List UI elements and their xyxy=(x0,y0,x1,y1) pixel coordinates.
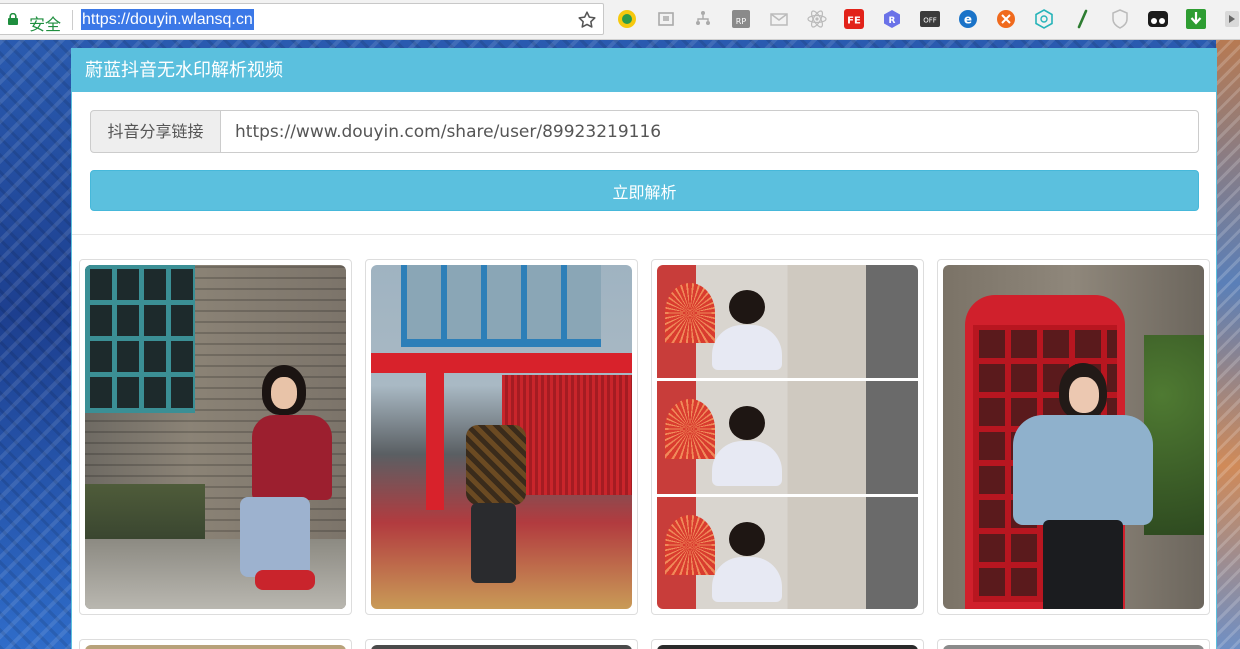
video-thumbnail[interactable] xyxy=(937,259,1210,615)
svg-text:FE: FE xyxy=(847,16,861,27)
address-bar[interactable]: 安全 https://douyin.wlansq.cn xyxy=(0,3,604,35)
video-thumbnail[interactable] xyxy=(651,259,924,615)
panel-divider xyxy=(72,234,1216,235)
security-label: 安全 xyxy=(29,15,62,34)
r-extension-icon[interactable]: R xyxy=(881,8,903,30)
orange-extension-icon[interactable] xyxy=(995,8,1017,30)
video-thumbnail[interactable] xyxy=(79,259,352,615)
share-link-input[interactable] xyxy=(220,110,1199,153)
smiley-extension-icon[interactable] xyxy=(616,8,638,30)
envelope-extension-icon[interactable] xyxy=(768,8,790,30)
off-extension-icon[interactable]: OFF xyxy=(919,8,941,30)
tree-extension-icon[interactable] xyxy=(692,8,714,30)
lock-icon xyxy=(8,13,18,25)
share-link-label: 抖音分享链接 xyxy=(90,110,221,153)
video-thumbnail-image xyxy=(657,265,918,609)
video-thumbnail[interactable] xyxy=(365,639,638,649)
video-thumbnail-image xyxy=(943,265,1204,609)
panel-title: 蔚蓝抖音无水印解析视频 xyxy=(72,49,1216,92)
video-thumbnail-image xyxy=(371,265,632,609)
download-extension-icon[interactable] xyxy=(1185,8,1207,30)
slash-extension-icon[interactable] xyxy=(1071,8,1093,30)
video-thumbnail-image xyxy=(85,265,346,609)
svg-text:OFF: OFF xyxy=(923,17,937,25)
bookmark-star-icon[interactable] xyxy=(576,9,598,31)
share-link-group: 抖音分享链接 xyxy=(90,110,1199,153)
page-background-right xyxy=(1216,40,1240,649)
svg-text:e: e xyxy=(964,13,972,27)
tampermonkey-extension-icon[interactable] xyxy=(1147,8,1169,30)
ie-extension-icon[interactable]: e xyxy=(957,8,979,30)
parse-button[interactable]: 立即解析 xyxy=(90,170,1199,211)
play-extension-icon[interactable] xyxy=(1224,8,1240,30)
url-text[interactable]: https://douyin.wlansq.cn xyxy=(81,9,254,30)
video-thumbnail[interactable] xyxy=(651,639,924,649)
frame-extension-icon[interactable] xyxy=(655,8,677,30)
svg-text:R: R xyxy=(889,16,896,26)
svg-text:RP: RP xyxy=(736,17,747,26)
video-thumbnail[interactable] xyxy=(79,639,352,649)
browser-toolbar: 安全 https://douyin.wlansq.cn RP FE R OFF … xyxy=(0,0,1240,40)
fe-extension-icon[interactable]: FE xyxy=(843,8,865,30)
video-thumbnail[interactable] xyxy=(937,639,1210,649)
omnibox-separator xyxy=(72,10,73,30)
shield-extension-icon[interactable] xyxy=(1109,8,1131,30)
hexagon-extension-icon[interactable] xyxy=(1033,8,1055,30)
video-thumbnail[interactable] xyxy=(365,259,638,615)
react-extension-icon[interactable] xyxy=(806,8,828,30)
rp-extension-icon[interactable]: RP xyxy=(730,8,752,30)
